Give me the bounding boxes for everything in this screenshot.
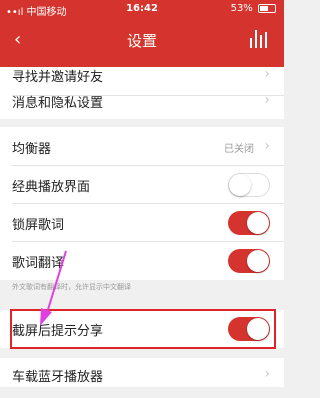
page-title: 设置 xyxy=(126,32,157,50)
chevron-right-icon: › xyxy=(264,66,270,82)
chevron-right-icon: › xyxy=(264,138,270,154)
battery-status: 53% xyxy=(231,3,276,14)
row-label: 消息和隐私设置 xyxy=(12,96,104,111)
lockscreen-lyrics-toggle[interactable] xyxy=(228,211,270,235)
translation-note: 外文歌词有翻译时，允许显示中文翻译 xyxy=(12,283,131,291)
equalizer-bars-icon[interactable] xyxy=(250,30,268,48)
row-lockscreen-lyrics: 锁屏歌词 xyxy=(0,203,284,243)
row-car-bluetooth[interactable]: 车载蓝牙播放器 › xyxy=(0,358,284,398)
highlight-box xyxy=(10,309,276,349)
classic-player-toggle[interactable] xyxy=(228,173,270,197)
settings-section-bottom: 车载蓝牙播放器 › xyxy=(0,358,284,387)
chevron-right-icon: › xyxy=(264,366,270,382)
equalizer-status: 已关闭 xyxy=(224,144,254,155)
lyrics-translation-toggle[interactable] xyxy=(228,249,270,273)
nav-bar: ‹ 设置 xyxy=(0,20,284,60)
row-message-privacy[interactable]: 消息和隐私设置 › xyxy=(0,81,284,121)
row-label: 经典播放界面 xyxy=(12,180,91,195)
battery-percent: 53% xyxy=(230,3,253,14)
row-label: 歌词翻译 xyxy=(12,256,65,271)
row-classic-player: 经典播放界面 xyxy=(0,165,284,205)
row-label: 均衡器 xyxy=(12,142,52,157)
chevron-right-icon: › xyxy=(264,92,270,108)
status-bar: ••ıl 中国移动 16:42 53% xyxy=(0,0,284,20)
row-label: 锁屏歌词 xyxy=(12,218,65,233)
settings-section-top: 寻找并邀请好友 › 消息和隐私设置 › xyxy=(0,66,284,121)
row-equalizer[interactable]: 均衡器 已关闭 › xyxy=(0,127,284,167)
row-label: 车载蓝牙播放器 xyxy=(12,370,104,385)
battery-icon xyxy=(258,3,276,13)
row-lyrics-translation: 歌词翻译 xyxy=(0,241,284,281)
settings-section-playback: 均衡器 已关闭 › 经典播放界面 锁屏歌词 歌词翻译 xyxy=(0,127,284,280)
